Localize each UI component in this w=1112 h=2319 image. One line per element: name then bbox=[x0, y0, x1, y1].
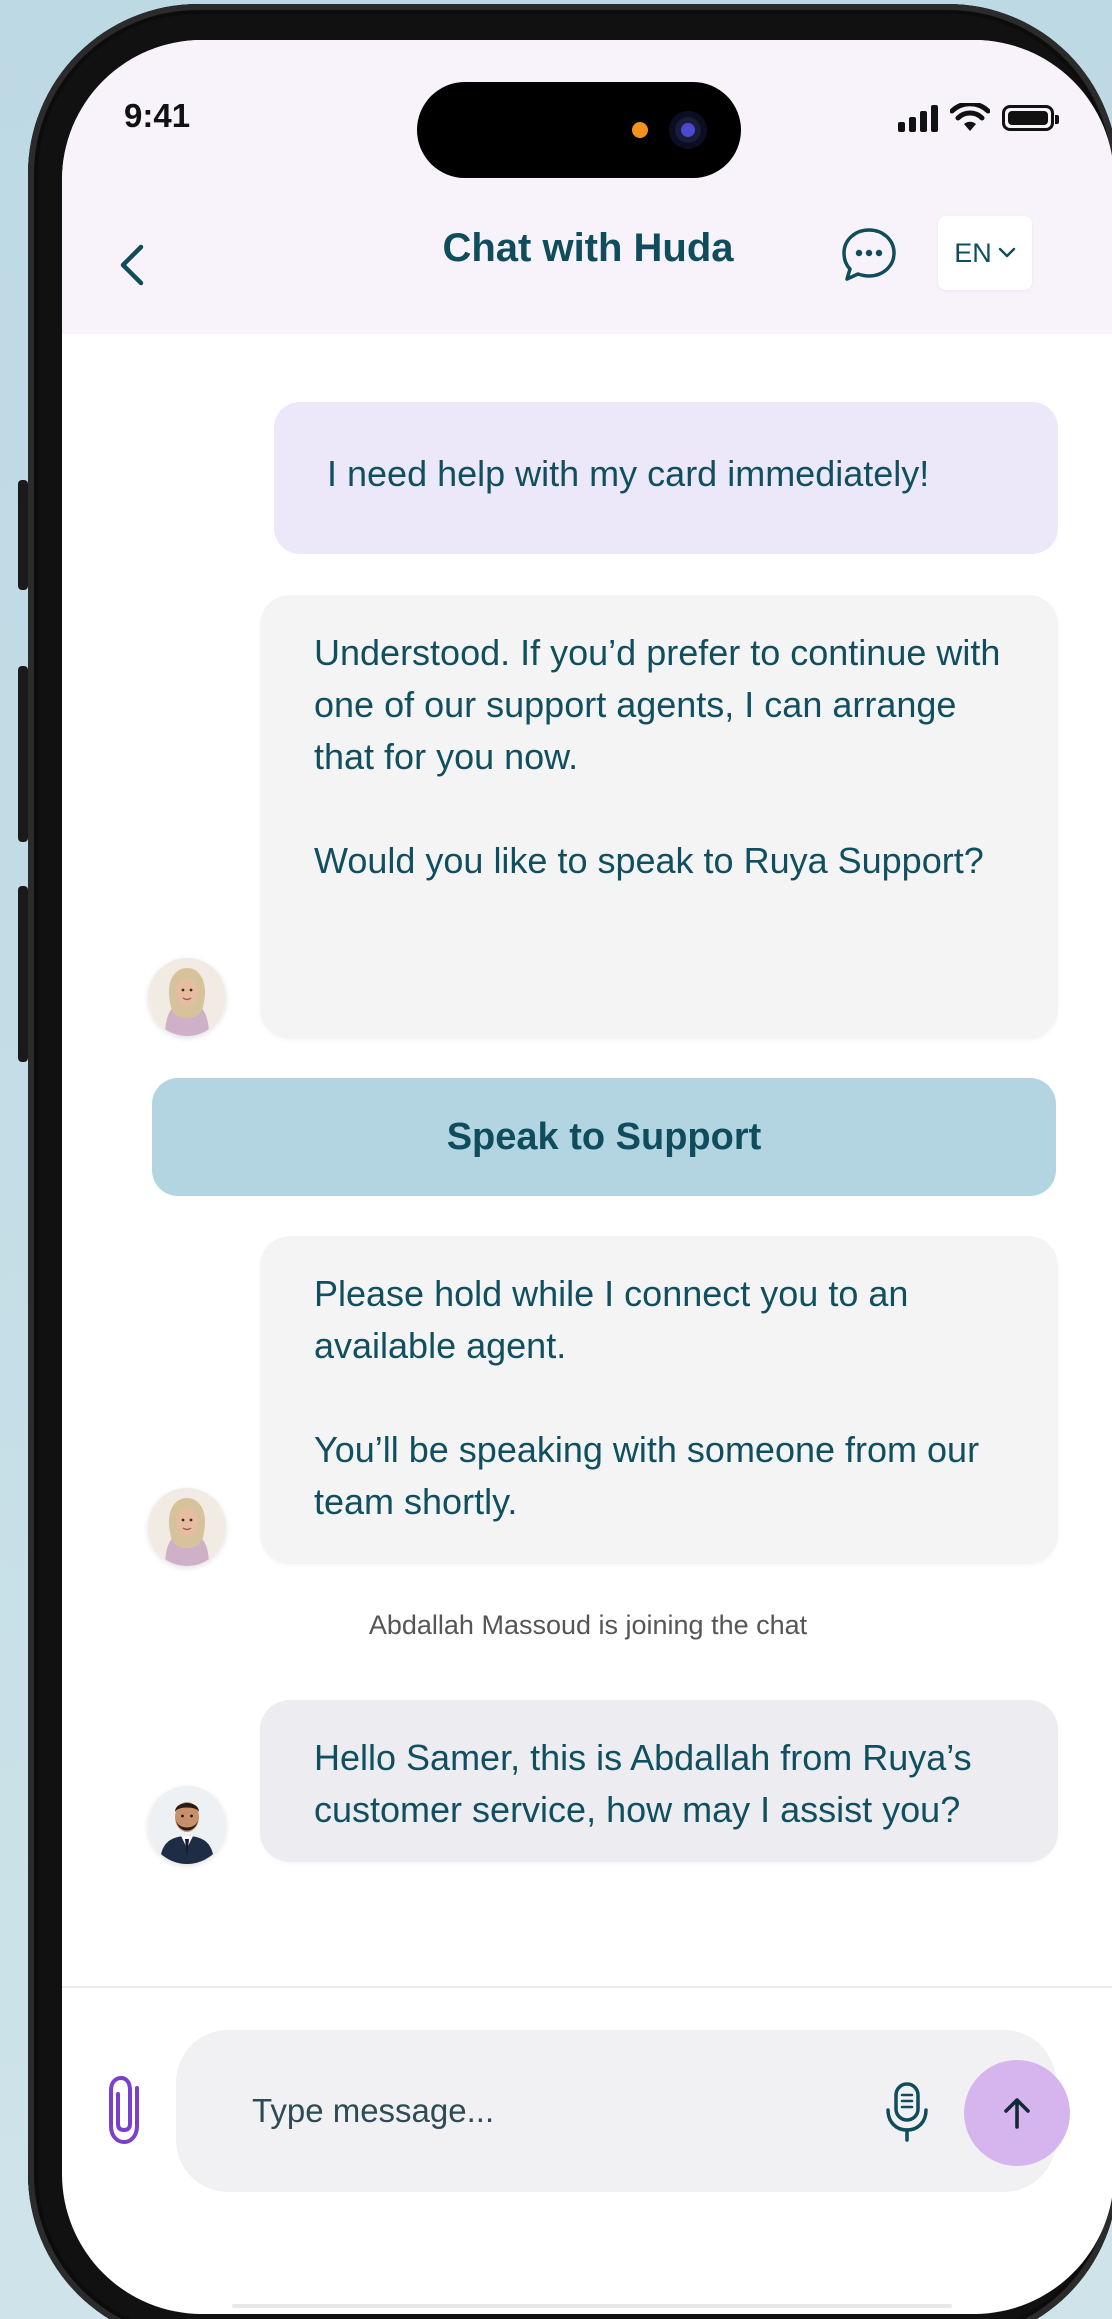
paperclip-icon bbox=[109, 2075, 139, 2145]
bot-message-bubble: Understood. If you’d prefer to continue … bbox=[260, 595, 1058, 1039]
chat-bubble-icon bbox=[842, 228, 896, 281]
mic-indicator-icon bbox=[632, 122, 648, 138]
arrow-up-icon bbox=[1004, 2098, 1030, 2129]
screen: 9:41 Chat with Huda EN I need help with … bbox=[62, 40, 1112, 2314]
user-message-bubble: I need help with my card immediately! bbox=[274, 402, 1058, 554]
action-button-hardware bbox=[18, 480, 28, 590]
language-label: EN bbox=[954, 237, 992, 268]
battery-icon bbox=[1002, 105, 1059, 131]
cellular-signal-icon bbox=[898, 104, 938, 132]
message-input[interactable] bbox=[250, 2080, 814, 2142]
bot-message-text: Understood. If you’d prefer to continue … bbox=[314, 632, 1001, 777]
chat-button[interactable] bbox=[838, 224, 900, 286]
huda-avatar bbox=[148, 1488, 226, 1566]
camera-icon bbox=[669, 111, 707, 149]
agent-message-text: Hello Samer, this is Abdallah from Ruya’… bbox=[314, 1737, 972, 1830]
status-icons bbox=[898, 100, 1059, 136]
bot-message-bubble: Please hold while I connect you to an av… bbox=[260, 1236, 1058, 1564]
bot-message-text: Would you like to speak to Ruya Support? bbox=[314, 840, 984, 881]
mic-button[interactable] bbox=[876, 2078, 938, 2144]
user-message-text: I need help with my card immediately! bbox=[327, 453, 930, 494]
huda-avatar bbox=[148, 958, 226, 1036]
message-composer bbox=[176, 2030, 1070, 2192]
status-time: 9:41 bbox=[124, 97, 191, 134]
phone-frame: 9:41 Chat with Huda EN I need help with … bbox=[28, 4, 1112, 2319]
bot-message-text: You’ll be speaking with someone from our… bbox=[314, 1429, 980, 1522]
speak-to-support-button[interactable]: Speak to Support bbox=[152, 1078, 1056, 1196]
bot-message-text: Please hold while I connect you to an av… bbox=[314, 1273, 909, 1366]
chevron-down-icon bbox=[998, 247, 1015, 258]
wifi-icon bbox=[950, 103, 990, 131]
volume-up-button-hardware bbox=[18, 666, 28, 842]
agent-message-bubble: Hello Samer, this is Abdallah from Ruya’… bbox=[260, 1700, 1058, 1862]
volume-down-button-hardware bbox=[18, 886, 28, 1062]
agent-avatar bbox=[148, 1786, 226, 1864]
dynamic-island bbox=[417, 82, 741, 178]
microphone-icon bbox=[886, 2082, 928, 2142]
bottom-edge bbox=[232, 2304, 952, 2308]
attach-button[interactable] bbox=[92, 2070, 162, 2150]
language-selector[interactable]: EN bbox=[938, 216, 1032, 290]
send-button[interactable] bbox=[964, 2060, 1070, 2166]
system-note: Abdallah Massoud is joining the chat bbox=[368, 1610, 808, 1640]
composer-divider bbox=[62, 1986, 1112, 1988]
